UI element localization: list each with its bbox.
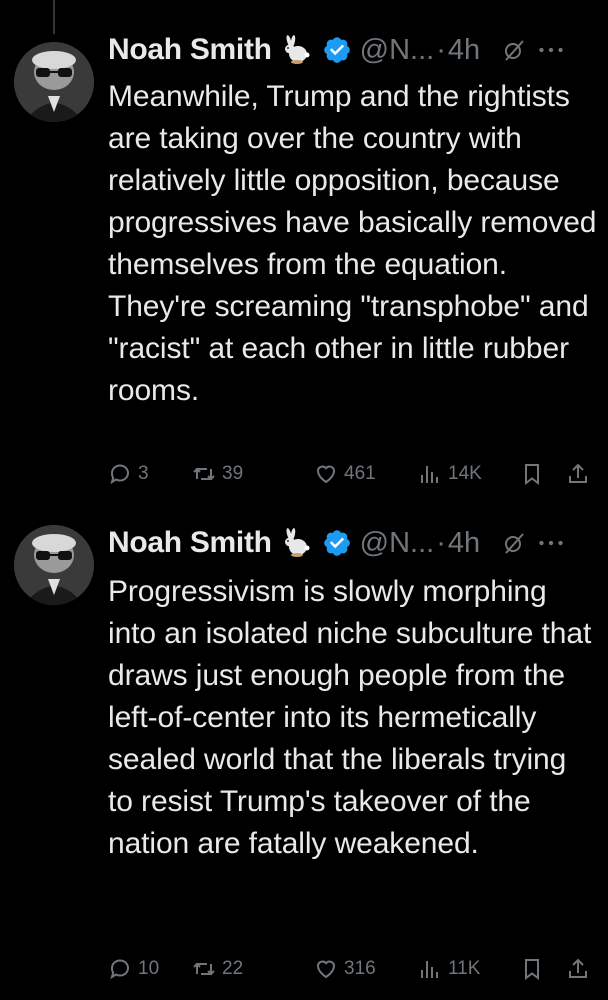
- share-icon: [569, 463, 587, 483]
- timestamp[interactable]: 4h: [448, 34, 480, 67]
- retweet-count: 39: [222, 463, 244, 484]
- tweet-actions: 3 39 461 14K: [108, 456, 598, 492]
- retweet-button[interactable]: 39: [192, 456, 243, 492]
- views-icon: [421, 961, 438, 978]
- tweet-header: Noah Smith @N... · 4h: [108, 523, 598, 563]
- views-count: 14K: [448, 463, 482, 484]
- avatar[interactable]: [14, 525, 94, 605]
- tweet-actions: 10 22 316 11K: [108, 951, 598, 987]
- more-icon[interactable]: [538, 531, 568, 555]
- bookmark-icon: [525, 464, 539, 485]
- bookmark-button[interactable]: [520, 456, 544, 492]
- retweet-button[interactable]: 22: [192, 951, 243, 987]
- retweet-count: 22: [222, 958, 244, 979]
- reply-icon: [110, 959, 129, 980]
- rabbit-emoji-icon: [280, 528, 314, 558]
- tweet-header: Noah Smith @N... · 4h: [108, 30, 598, 70]
- author-name[interactable]: Noah Smith: [108, 33, 272, 67]
- author-handle[interactable]: @N...: [360, 527, 435, 560]
- separator-dot: ·: [436, 526, 446, 559]
- author-name[interactable]: Noah Smith: [108, 526, 272, 560]
- views-count: 11K: [448, 958, 481, 979]
- reply-button[interactable]: 3: [108, 456, 149, 492]
- rabbit-emoji-icon: [280, 35, 314, 65]
- like-button[interactable]: 461: [314, 456, 376, 492]
- views-icon: [421, 466, 438, 483]
- share-button[interactable]: [566, 951, 590, 987]
- views-button[interactable]: 11K: [418, 951, 480, 987]
- views-button[interactable]: 14K: [418, 456, 482, 492]
- bookmark-icon: [525, 959, 539, 980]
- bookmark-button[interactable]: [520, 951, 544, 987]
- grok-icon[interactable]: [502, 38, 526, 62]
- reply-button[interactable]: 10: [108, 951, 159, 987]
- more-icon[interactable]: [538, 38, 568, 62]
- like-button[interactable]: 316: [314, 951, 376, 987]
- tweet[interactable]: Noah Smith @N... · 4h: [0, 515, 608, 1000]
- verified-badge-icon[interactable]: [322, 35, 352, 65]
- retweet-icon: [193, 467, 215, 481]
- reply-count: 3: [138, 463, 149, 484]
- reply-count: 10: [138, 958, 160, 979]
- like-count: 316: [344, 958, 376, 979]
- like-icon: [316, 465, 336, 484]
- timestamp[interactable]: 4h: [448, 527, 480, 560]
- retweet-icon: [193, 962, 215, 976]
- verified-badge-icon[interactable]: [322, 528, 352, 558]
- avatar[interactable]: [14, 42, 94, 122]
- tweet[interactable]: Noah Smith @N... · 4h: [0, 0, 608, 500]
- like-icon: [316, 960, 336, 979]
- grok-icon[interactable]: [502, 531, 526, 555]
- author-handle[interactable]: @N...: [360, 34, 435, 67]
- share-icon: [569, 958, 587, 978]
- tweet-text: Progressivism is slowly morphing into an…: [108, 575, 592, 860]
- like-count: 461: [344, 463, 376, 484]
- share-button[interactable]: [566, 456, 590, 492]
- reply-icon: [110, 464, 129, 485]
- tweet-text: Meanwhile, Trump and the rightists are t…: [108, 80, 597, 407]
- separator-dot: ·: [436, 33, 446, 66]
